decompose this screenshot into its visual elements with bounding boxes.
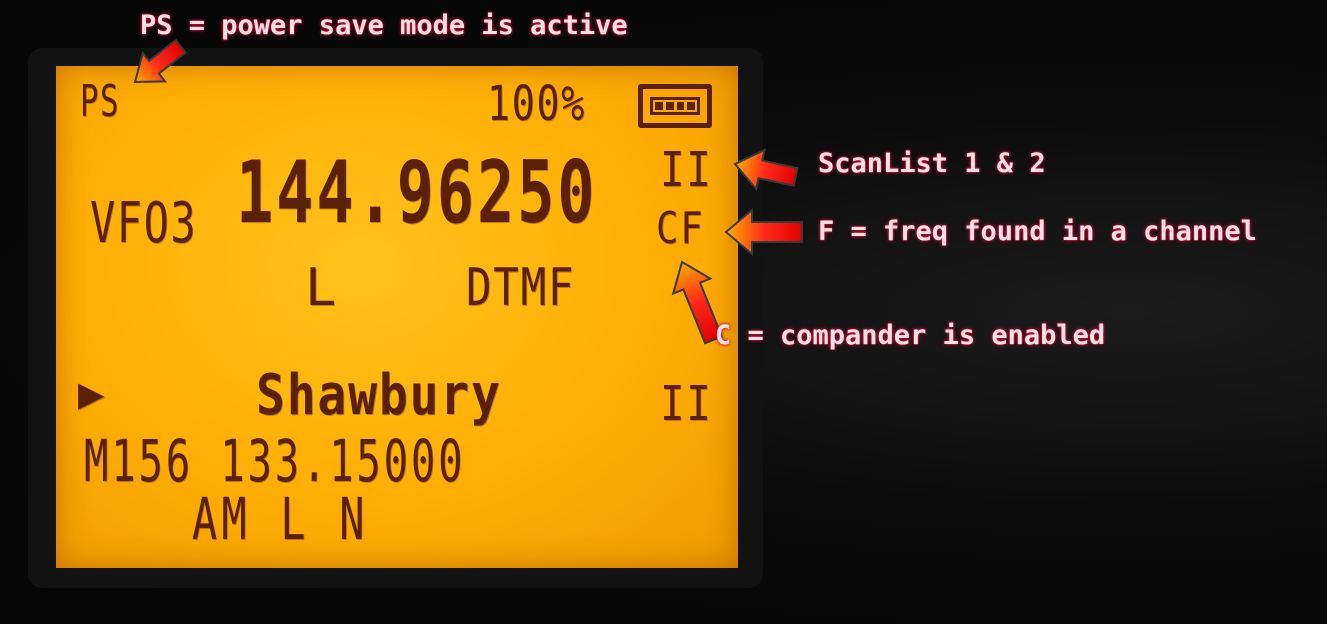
annotation-arrows: [133, 38, 803, 345]
arrow-freq-found-icon: [724, 207, 803, 257]
arrow-ps-icon: [133, 38, 188, 84]
annotation-compander: C = compander is enabled: [715, 320, 1106, 351]
arrow-scanlist-icon: [733, 148, 799, 192]
annotation-power-save: PS = power save mode is active: [140, 10, 628, 41]
annotation-freq-found: F = freq found in a channel: [818, 216, 1257, 247]
annotation-scanlist: ScanList 1 & 2: [818, 148, 1046, 179]
